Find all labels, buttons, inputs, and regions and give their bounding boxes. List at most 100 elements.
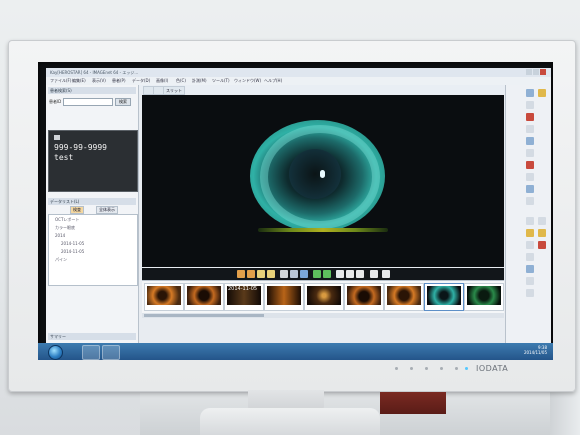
tool-icon[interactable]: [526, 197, 534, 205]
layout-2x2-icon[interactable]: [257, 270, 265, 278]
tool-icon[interactable]: [526, 149, 534, 157]
thumbnail[interactable]: 2014-11-05: [224, 283, 264, 311]
close-button[interactable]: [540, 69, 546, 75]
summary-footer[interactable]: サマリー: [48, 333, 136, 340]
tool-icon[interactable]: [538, 241, 546, 249]
layout-2x1-icon[interactable]: [247, 270, 255, 278]
box-on-desk: [380, 392, 446, 414]
scrollbar-thumb[interactable]: [144, 314, 264, 317]
patient-id: 999-99-9999: [54, 143, 107, 152]
start-button[interactable]: [48, 345, 63, 360]
undo-icon[interactable]: [382, 270, 390, 278]
menu-patient[interactable]: 患者(P): [112, 78, 126, 84]
tab-all[interactable]: 全体表示: [96, 206, 118, 214]
search-label: 患者ID: [49, 99, 62, 104]
patient-id-input[interactable]: [63, 98, 113, 106]
thumbnail[interactable]: [464, 283, 504, 311]
adjust-icon[interactable]: [346, 270, 354, 278]
tool-icon[interactable]: [526, 89, 534, 97]
next-image-icon[interactable]: [323, 270, 331, 278]
tool-icon[interactable]: [526, 137, 534, 145]
first-image-icon[interactable]: [336, 270, 344, 278]
tool-icon[interactable]: [526, 289, 534, 297]
overlay-icon[interactable]: [290, 270, 298, 278]
compare-icon[interactable]: [280, 270, 288, 278]
monitor-button[interactable]: [425, 367, 428, 370]
thumbnail[interactable]: [144, 283, 184, 311]
menu-measure[interactable]: 計測(M): [192, 78, 207, 84]
thumbnail[interactable]: [264, 283, 304, 311]
search-button[interactable]: 検索: [115, 98, 131, 106]
slit-mode-button[interactable]: スリット: [163, 86, 185, 95]
layout-1x1-icon[interactable]: [237, 270, 245, 278]
tool-icon[interactable]: [526, 217, 534, 225]
monitor-button[interactable]: [410, 367, 413, 370]
rotate-icon[interactable]: [356, 270, 364, 278]
thumbnail-scrollbar[interactable]: [142, 313, 504, 318]
panel-icon[interactable]: [300, 270, 308, 278]
window-titlebar: Kay[HEROSTAR] 64 - IMAGEnet 64 - エッジ...: [46, 68, 551, 77]
prev-image-icon[interactable]: [313, 270, 321, 278]
system-clock[interactable]: 9:38 2014/11/05: [524, 345, 547, 355]
tool-icon[interactable]: [538, 229, 546, 237]
monitor-button[interactable]: [440, 367, 443, 370]
tool-icon[interactable]: [526, 173, 534, 181]
windows-taskbar: 9:38 2014/11/05: [38, 343, 553, 360]
monitor-brand-logo: IODATA: [476, 364, 509, 373]
maximize-button[interactable]: [533, 69, 539, 75]
thumbnail[interactable]: [344, 283, 384, 311]
thumbnail-strip: 2014-11-05: [142, 280, 504, 313]
thumbnail[interactable]: [304, 283, 344, 311]
tool-icon[interactable]: [526, 185, 534, 193]
tool-icon[interactable]: [538, 89, 546, 97]
tool-icon[interactable]: [526, 229, 534, 237]
menu-view[interactable]: 表示(V): [92, 78, 106, 84]
tool-icon[interactable]: [526, 101, 534, 109]
image-viewer[interactable]: [142, 95, 504, 267]
menu-edit[interactable]: 編集(E): [72, 78, 86, 84]
minimize-button[interactable]: [526, 69, 532, 75]
menu-tools[interactable]: ツール(T): [212, 78, 230, 84]
toolbar: スリット: [139, 85, 551, 95]
tool-icon[interactable]: [526, 161, 534, 169]
tool-icon[interactable]: [526, 113, 534, 121]
tool-icon[interactable]: [538, 217, 546, 225]
patient-icon: [54, 135, 60, 140]
taskbar-app-icon[interactable]: [102, 345, 120, 360]
tree-item[interactable]: 2014: [55, 233, 65, 238]
monitor-button[interactable]: [455, 367, 458, 370]
menu-bar: ファイル(F) 編集(E) 表示(V) 患者(P) データ(D) 画像(I) 色…: [46, 77, 551, 85]
menu-color[interactable]: 色(C): [176, 78, 186, 84]
lower-lid-margin: [258, 228, 388, 232]
tree-item[interactable]: 2014-11-05: [61, 241, 84, 246]
pupil: [289, 149, 341, 199]
tool-icon[interactable]: [526, 253, 534, 261]
menu-window[interactable]: ウィンドウ(W): [234, 78, 261, 84]
tree-item[interactable]: OCTレポート: [55, 217, 79, 223]
window-title: Kay[HEROSTAR] 64 - IMAGEnet 64 - エッジ...: [50, 70, 139, 75]
thumbnail[interactable]: [184, 283, 224, 311]
thumbnail-selected[interactable]: [424, 283, 464, 311]
tool-icon[interactable]: [526, 241, 534, 249]
patient-name: test: [54, 153, 74, 162]
tree-item[interactable]: パイン: [55, 257, 67, 263]
tree-item[interactable]: 2014-11-05: [61, 249, 84, 254]
menu-image[interactable]: 画像(I): [156, 78, 168, 84]
data-tabs: 検査 全体表示: [48, 206, 136, 214]
tool-icon[interactable]: [526, 265, 534, 273]
taskbar-app-icon[interactable]: [82, 345, 100, 360]
thumbnail[interactable]: [384, 283, 424, 311]
monitor-button[interactable]: [395, 367, 398, 370]
window-controls: [525, 69, 549, 76]
fullscreen-icon[interactable]: [370, 270, 378, 278]
layout-grid-icon[interactable]: [267, 270, 275, 278]
menu-help[interactable]: ヘルプ(H): [264, 78, 282, 84]
tool-icon[interactable]: [526, 277, 534, 285]
menu-file[interactable]: ファイル(F): [50, 78, 71, 84]
right-tool-panel: [505, 85, 551, 343]
patient-search-header: 患者検索(S): [48, 87, 136, 94]
tool-icon[interactable]: [526, 125, 534, 133]
menu-data[interactable]: データ(D): [132, 78, 150, 84]
tab-exam[interactable]: 検査: [70, 206, 84, 214]
tree-item[interactable]: カラー眼底: [55, 225, 75, 231]
